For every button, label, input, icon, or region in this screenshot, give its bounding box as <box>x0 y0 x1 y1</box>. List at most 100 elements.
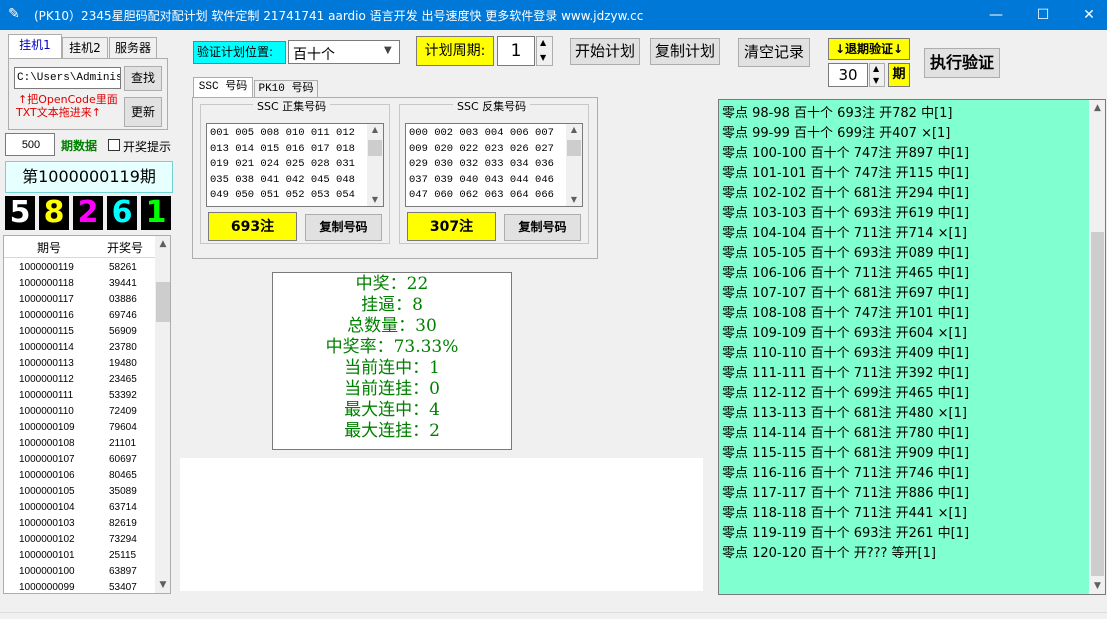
log-line[interactable]: 零点 117-117 百十个 711注 开886 中[1] <box>722 482 969 501</box>
table-row[interactable]: 1000000110 72409 <box>4 404 155 420</box>
table-row[interactable]: 1000000100 63897 <box>4 564 155 580</box>
copy-positive-button[interactable]: 复制号码 <box>305 214 382 241</box>
close-button[interactable]: ✕ <box>1066 0 1107 30</box>
table-row[interactable]: 1000000108 21101 <box>4 436 155 452</box>
cycle-spinner[interactable]: ▲ ▼ <box>536 36 553 66</box>
clear-log-button[interactable]: 清空记录 <box>738 38 810 67</box>
table-row[interactable]: 1000000116 69746 <box>4 308 155 324</box>
log-scroll-thumb[interactable] <box>1091 232 1104 576</box>
log-line[interactable]: 零点 104-104 百十个 711注 开714 ×[1] <box>722 222 967 241</box>
scroll-down-icon[interactable]: ▼ <box>566 194 582 206</box>
positive-scroll-thumb[interactable] <box>368 140 382 156</box>
table-row[interactable]: 1000000113 19480 <box>4 356 155 372</box>
verify-log-list[interactable]: 零点 98-98 百十个 693注 开782 中[1] 零点 99-99 百十个 … <box>718 99 1106 595</box>
opencode-path-input[interactable] <box>14 67 121 89</box>
table-row[interactable]: 1000000102 73294 <box>4 532 155 548</box>
negative-set-textbox[interactable]: 000 002 003 004 006 007 009 020 022 023 0… <box>405 123 583 207</box>
verify-position-select[interactable]: 百十个 ▼ <box>288 40 400 64</box>
period-count-input[interactable] <box>5 133 55 156</box>
positive-set-textbox[interactable]: 001 005 008 010 011 012 013 014 015 016 0… <box>206 123 384 207</box>
tab-hangup1[interactable]: 挂机1 <box>8 34 62 58</box>
table-row[interactable]: 1000000101 25115 <box>4 548 155 564</box>
back-verify-input[interactable]: 30 <box>828 63 868 87</box>
positive-set-scrollbar[interactable]: ▲ ▼ <box>367 124 383 206</box>
tab-pk10-numbers[interactable]: PK10 号码 <box>254 80 318 98</box>
issue-number: 1000000110 <box>19 406 74 417</box>
log-line[interactable]: 零点 115-115 百十个 681注 开909 中[1] <box>722 442 969 461</box>
history-scrollbar[interactable]: ▲ ▼ <box>155 236 170 593</box>
history-scroll-thumb[interactable] <box>156 282 170 322</box>
log-line[interactable]: 零点 105-105 百十个 693注 开089 中[1] <box>722 242 969 261</box>
start-plan-button[interactable]: 开始计划 <box>570 38 640 65</box>
log-line[interactable]: 零点 109-109 百十个 693注 开604 ×[1] <box>722 322 967 341</box>
spin-up-icon[interactable]: ▲ <box>873 64 879 73</box>
chevron-down-icon[interactable]: ▼ <box>384 45 392 56</box>
log-line[interactable]: 零点 108-108 百十个 747注 开101 中[1] <box>722 302 969 321</box>
tab-hangup2[interactable]: 挂机2 <box>62 37 108 59</box>
negative-set-scrollbar[interactable]: ▲ ▼ <box>566 124 582 206</box>
spin-down-icon[interactable]: ▼ <box>873 76 879 85</box>
table-row[interactable]: 1000000107 60697 <box>4 452 155 468</box>
draw-result: 19480 <box>109 358 137 369</box>
execute-verify-button[interactable]: 执行验证 <box>924 48 1000 78</box>
scroll-down-icon[interactable]: ▼ <box>367 194 383 206</box>
lottery-alert-checkbox[interactable] <box>108 139 120 151</box>
scroll-up-icon[interactable]: ▲ <box>1089 100 1105 116</box>
scroll-down-icon[interactable]: ▼ <box>155 577 170 593</box>
log-line[interactable]: 零点 100-100 百十个 747注 开897 中[1] <box>722 142 969 161</box>
draw-result: 21101 <box>109 438 137 449</box>
table-row[interactable]: 1000000119 58261 <box>4 260 155 276</box>
table-row[interactable]: 1000000114 23780 <box>4 340 155 356</box>
log-line[interactable]: 零点 110-110 百十个 693注 开409 中[1] <box>722 342 969 361</box>
table-row[interactable]: 1000000111 53392 <box>4 388 155 404</box>
browse-button[interactable]: 查找 <box>124 66 162 91</box>
log-line[interactable]: 零点 99-99 百十个 699注 开407 ×[1] <box>722 122 950 141</box>
tab-ssc-numbers[interactable]: SSC 号码 <box>193 77 253 98</box>
scroll-up-icon[interactable]: ▲ <box>155 236 170 252</box>
log-line[interactable]: 零点 112-112 百十个 699注 开465 中[1] <box>722 382 969 401</box>
hangup-panel: 查找 ↑把OpenCode里面 TXT文本拖进来↑ 更新 <box>8 58 168 130</box>
log-line[interactable]: 零点 116-116 百十个 711注 开746 中[1] <box>722 462 969 481</box>
negative-scroll-thumb[interactable] <box>567 140 581 156</box>
issue-number: 1000000099 <box>19 582 75 593</box>
table-row[interactable]: 1000000109 79604 <box>4 420 155 436</box>
table-row[interactable]: 1000000103 82619 <box>4 516 155 532</box>
minimize-button[interactable]: — <box>973 0 1019 30</box>
log-line[interactable]: 零点 103-103 百十个 693注 开619 中[1] <box>722 202 969 221</box>
history-table[interactable]: 期号 开奖号 1000000119 58261 1000000118 39441 100… <box>3 235 171 594</box>
log-line[interactable]: 零点 120-120 百十个 开??? 等开[1] <box>722 542 936 561</box>
log-line[interactable]: 零点 101-101 百十个 747注 开115 中[1] <box>722 162 969 181</box>
log-line[interactable]: 零点 102-102 百十个 681注 开294 中[1] <box>722 182 969 201</box>
table-row[interactable]: 1000000106 80465 <box>4 468 155 484</box>
table-row[interactable]: 1000000115 56909 <box>4 324 155 340</box>
scroll-up-icon[interactable]: ▲ <box>367 124 383 136</box>
spin-down-icon[interactable]: ▼ <box>540 53 546 62</box>
back-verify-spinner[interactable]: ▲ ▼ <box>869 63 885 87</box>
copy-negative-button[interactable]: 复制号码 <box>504 214 581 241</box>
log-line[interactable]: 零点 106-106 百十个 711注 开465 中[1] <box>722 262 969 281</box>
log-line[interactable]: 零点 118-118 百十个 711注 开441 ×[1] <box>722 502 967 521</box>
log-scrollbar[interactable]: ▲ ▼ <box>1089 100 1105 594</box>
log-line[interactable]: 零点 113-113 百十个 681注 开480 ×[1] <box>722 402 967 421</box>
log-line[interactable]: 零点 119-119 百十个 693注 开261 中[1] <box>722 522 969 541</box>
table-row[interactable]: 1000000112 23465 <box>4 372 155 388</box>
log-line[interactable]: 零点 114-114 百十个 681注 开780 中[1] <box>722 422 969 441</box>
maximize-button[interactable]: ☐ <box>1020 0 1066 30</box>
update-button[interactable]: 更新 <box>124 97 162 127</box>
copy-plan-button[interactable]: 复制计划 <box>650 38 720 65</box>
log-line[interactable]: 零点 98-98 百十个 693注 开782 中[1] <box>722 102 952 121</box>
stat-line: 挂逼：8 <box>361 295 423 315</box>
table-row[interactable]: 1000000099 53407 <box>4 580 155 593</box>
table-row[interactable]: 1000000118 39441 <box>4 276 155 292</box>
log-line[interactable]: 零点 107-107 百十个 681注 开697 中[1] <box>722 282 969 301</box>
cycle-input[interactable]: 1 <box>497 36 535 66</box>
table-row[interactable]: 1000000105 35089 <box>4 484 155 500</box>
spin-up-icon[interactable]: ▲ <box>540 38 546 47</box>
table-row[interactable]: 1000000117 03886 <box>4 292 155 308</box>
scroll-down-icon[interactable]: ▼ <box>1089 578 1105 594</box>
status-strip <box>0 612 1107 619</box>
table-row[interactable]: 1000000104 63714 <box>4 500 155 516</box>
tab-server[interactable]: 服务器 <box>109 37 157 59</box>
log-line[interactable]: 零点 111-111 百十个 711注 开392 中[1] <box>722 362 969 381</box>
scroll-up-icon[interactable]: ▲ <box>566 124 582 136</box>
